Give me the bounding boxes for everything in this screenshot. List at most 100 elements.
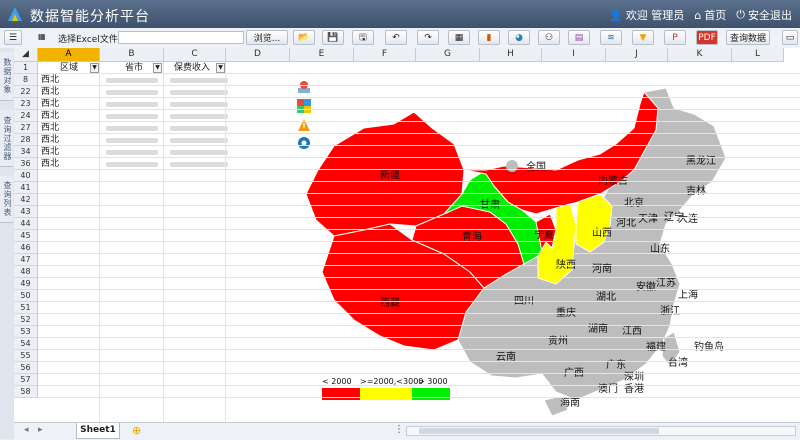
cell-province-redacted[interactable] — [106, 114, 158, 119]
row-header[interactable]: 46 — [14, 242, 38, 254]
save-as-icon[interactable]: 🖫 — [352, 30, 374, 45]
map-panel[interactable]: 全国 新疆西藏青海内蒙古甘肃宁夏陕西山西黑龙江吉林辽宁北京天津大连河北山东河南江… — [294, 74, 776, 420]
scrollbar-thumb[interactable] — [419, 428, 659, 434]
side-tab-data-object[interactable]: 数据对象 — [0, 52, 13, 101]
row-header[interactable]: 49 — [14, 278, 38, 290]
column-header-k[interactable]: K — [668, 48, 732, 62]
row-header[interactable]: 58 — [14, 386, 38, 398]
logout-link[interactable]: ⏻ 安全退出 — [736, 7, 792, 23]
cell-premium-redacted[interactable] — [170, 126, 228, 131]
filter-dropdown-icon[interactable]: ▼ — [153, 63, 162, 73]
column-header-h[interactable]: H — [480, 48, 542, 62]
cell-province-redacted[interactable] — [106, 150, 158, 155]
row-gridline — [38, 181, 800, 182]
cell-premium-redacted[interactable] — [170, 114, 228, 119]
sheet-tab-sheet1[interactable]: Sheet1 — [76, 423, 120, 439]
row-gridline — [38, 145, 800, 146]
column-header-j[interactable]: J — [606, 48, 668, 62]
splitter-icon[interactable]: ⋮ — [394, 424, 404, 435]
pdf-icon[interactable]: PDF — [696, 30, 718, 45]
image-icon[interactable]: ▤ — [568, 30, 590, 45]
column-header-c[interactable]: C — [164, 48, 226, 62]
cell-premium-redacted[interactable] — [170, 138, 228, 143]
cell-province-redacted[interactable] — [106, 138, 158, 143]
filter-dropdown-icon[interactable]: ▼ — [90, 63, 99, 73]
row-header[interactable]: 43 — [14, 206, 38, 218]
row-header[interactable]: 27 — [14, 122, 38, 134]
cell-premium-redacted[interactable] — [170, 90, 228, 95]
row-header[interactable]: 48 — [14, 266, 38, 278]
cell-province-redacted[interactable] — [106, 102, 158, 107]
row-header[interactable]: 22 — [14, 86, 38, 98]
china-map[interactable]: 全国 新疆西藏青海内蒙古甘肃宁夏陕西山西黑龙江吉林辽宁北京天津大连河北山东河南江… — [294, 74, 776, 420]
column-header-g[interactable]: G — [416, 48, 480, 62]
cell-premium-redacted[interactable] — [170, 78, 228, 83]
ppt-icon[interactable]: P — [664, 30, 686, 45]
cell-province-redacted[interactable] — [106, 90, 158, 95]
row-header[interactable]: 1 — [14, 62, 38, 74]
group-icon[interactable]: ⚇ — [538, 30, 560, 45]
horizontal-scrollbar[interactable] — [406, 426, 796, 436]
map-label-28: 钓鱼岛 — [694, 340, 724, 353]
row-header[interactable]: 8 — [14, 74, 38, 86]
row-header[interactable]: 57 — [14, 374, 38, 386]
spreadsheet[interactable]: ◢ ABCDEFGHIJKL 1 8 22 23 24 27 28 34 36 40 41 42 43 4… — [14, 48, 800, 422]
side-tab-query-list[interactable]: 查询列表 — [0, 176, 13, 223]
national-marker[interactable] — [506, 160, 518, 172]
cell-province-redacted[interactable] — [106, 78, 158, 83]
filter-icon[interactable]: ▼ — [632, 30, 654, 45]
column-header-i[interactable]: I — [542, 48, 606, 62]
cell-province-redacted[interactable] — [106, 162, 158, 167]
redo-icon[interactable]: ↷ — [417, 30, 439, 45]
column-header-l[interactable]: L — [732, 48, 784, 62]
save-icon[interactable]: 💾 — [322, 30, 344, 45]
home-link[interactable]: ⌂ 首页 — [694, 7, 726, 23]
row-header[interactable]: 56 — [14, 362, 38, 374]
browse-button[interactable]: 浏览... — [246, 30, 288, 45]
row-header[interactable]: 44 — [14, 218, 38, 230]
side-tab-query-filter[interactable]: 查询过滤器 — [0, 110, 13, 167]
row-header[interactable]: 51 — [14, 302, 38, 314]
monitor-icon[interactable]: ▭ — [782, 30, 798, 45]
column-header-a[interactable]: A — [38, 48, 100, 62]
pie-chart-icon[interactable]: ◕ — [508, 30, 530, 45]
row-header[interactable]: 45 — [14, 230, 38, 242]
add-sheet-icon[interactable]: ⊕ — [132, 424, 141, 437]
menu-icon[interactable]: ☰ — [4, 30, 22, 45]
row-header[interactable]: 41 — [14, 182, 38, 194]
row-header[interactable]: 50 — [14, 290, 38, 302]
column-header-b[interactable]: B — [100, 48, 164, 62]
legend-swatch-high — [412, 388, 450, 400]
file-path-input[interactable] — [118, 31, 244, 44]
column-header-d[interactable]: D — [226, 48, 290, 62]
column-header-e[interactable]: E — [290, 48, 354, 62]
row-header[interactable]: 55 — [14, 350, 38, 362]
row-header[interactable]: 23 — [14, 98, 38, 110]
cell-premium-redacted[interactable] — [170, 102, 228, 107]
row-gridline — [38, 85, 800, 86]
undo-icon[interactable]: ↶ — [385, 30, 407, 45]
cell-premium-redacted[interactable] — [170, 150, 228, 155]
query-data-button[interactable]: 查询数据 — [726, 30, 770, 45]
row-header[interactable]: 42 — [14, 194, 38, 206]
row-header[interactable]: 52 — [14, 314, 38, 326]
row-header[interactable]: 53 — [14, 326, 38, 338]
bar-chart-icon[interactable]: ▮ — [478, 30, 500, 45]
row-header[interactable]: 54 — [14, 338, 38, 350]
select-all-corner[interactable]: ◢ — [14, 48, 38, 62]
wave-icon[interactable]: ≋ — [600, 30, 622, 45]
cell-premium-redacted[interactable] — [170, 162, 228, 167]
filter-dropdown-icon[interactable]: ▼ — [216, 63, 225, 73]
next-sheet-icon[interactable]: ▸ — [38, 425, 43, 435]
prev-sheet-icon[interactable]: ◂ — [24, 425, 29, 435]
row-header[interactable]: 36 — [14, 158, 38, 170]
row-header[interactable]: 40 — [14, 170, 38, 182]
table-icon[interactable]: ▦ — [448, 30, 470, 45]
row-header[interactable]: 28 — [14, 134, 38, 146]
column-header-f[interactable]: F — [354, 48, 416, 62]
row-header[interactable]: 34 — [14, 146, 38, 158]
cell-province-redacted[interactable] — [106, 126, 158, 131]
row-header[interactable]: 47 — [14, 254, 38, 266]
row-header[interactable]: 24 — [14, 110, 38, 122]
open-folder-icon[interactable]: 📂 — [293, 30, 315, 45]
